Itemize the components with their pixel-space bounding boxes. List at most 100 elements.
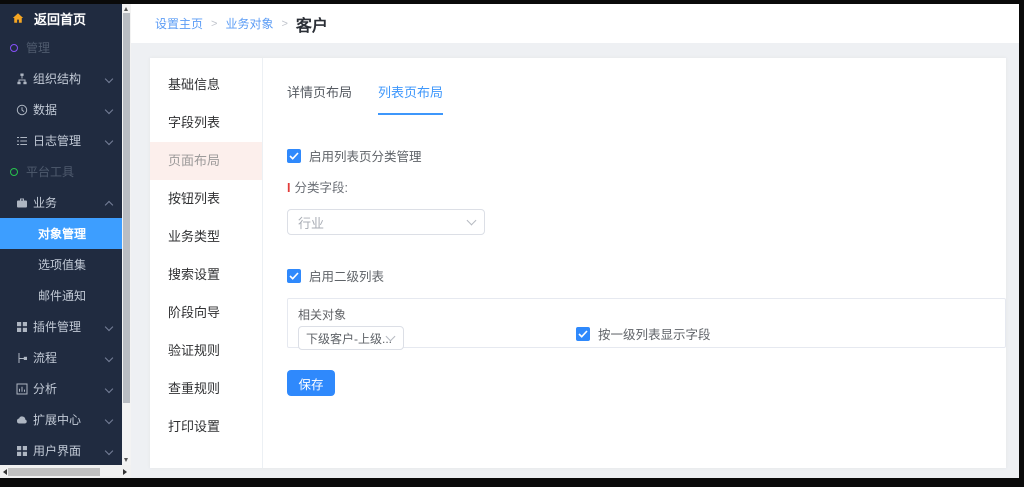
tab-list-page-layout[interactable]: 列表页布局 <box>378 82 443 115</box>
menu-item-field-list[interactable]: 字段列表 <box>150 104 262 142</box>
enable-category-checkbox[interactable] <box>287 149 301 163</box>
menu-item-search-settings[interactable]: 搜索设置 <box>150 256 262 294</box>
sidebar-item-label: 用户界面 <box>33 442 81 459</box>
scroll-down-arrow-icon[interactable] <box>124 458 128 462</box>
window-frame-bottom <box>0 478 1024 487</box>
sidebar-vertical-scrollbar[interactable] <box>122 4 131 465</box>
app-window: 返回首页 管理 组织结构 数据 日志管理 平台工具 业务 <box>0 0 1024 487</box>
sidebar-item-business[interactable]: 业务 <box>0 187 122 218</box>
sidebar-item-manage[interactable]: 管理 <box>0 32 122 63</box>
sidebar-item-label: 业务 <box>33 194 57 211</box>
sidebar-item-user-interface[interactable]: 用户界面 <box>0 435 122 466</box>
chevron-down-icon <box>105 416 113 424</box>
check-icon <box>289 272 299 280</box>
log-list-icon <box>16 135 28 147</box>
menu-item-button-list[interactable]: 按钮列表 <box>150 180 262 218</box>
menu-item-stage-wizard[interactable]: 阶段向导 <box>150 294 262 332</box>
chart-icon <box>16 383 28 395</box>
page-title: 客户 <box>296 12 328 36</box>
enable-category-row: 启用列表页分类管理 <box>287 146 1006 165</box>
sidebar-item-option-values[interactable]: 选项值集 <box>0 249 122 280</box>
sidebar-item-label: 日志管理 <box>33 132 81 149</box>
menu-item-page-layout[interactable]: 页面布局 <box>150 142 262 180</box>
category-field-label: 分类字段: <box>294 181 347 195</box>
sidebar-item-label: 对象管理 <box>38 225 86 242</box>
sidebar-item-analysis[interactable]: 分析 <box>0 373 122 404</box>
show-fields-checkbox[interactable] <box>576 327 590 341</box>
related-object-label: 相关对象 <box>298 306 995 323</box>
sidebar-item-label: 组织结构 <box>33 70 81 87</box>
show-fields-label: 按一级列表显示字段 <box>598 324 711 343</box>
chevron-down-icon <box>105 106 113 114</box>
enable-secondary-row: 启用二级列表 <box>287 266 1006 285</box>
scroll-up-arrow-icon[interactable] <box>124 7 128 11</box>
settings-menu: 基础信息 字段列表 页面布局 按钮列表 业务类型 搜索设置 阶段向导 验证规则 … <box>150 58 263 468</box>
scroll-right-arrow-icon[interactable] <box>123 469 127 475</box>
sidebar-item-data[interactable]: 数据 <box>0 94 122 125</box>
chevron-down-icon <box>105 447 113 455</box>
sidebar: 返回首页 管理 组织结构 数据 日志管理 平台工具 业务 <box>0 4 122 465</box>
main-area: 设置主页 > 业务对象 > 客户 基础信息 字段列表 页面布局 按钮列表 业务类… <box>131 4 1019 478</box>
flow-icon <box>16 352 28 364</box>
sidebar-item-mail-notify[interactable]: 邮件通知 <box>0 280 122 311</box>
breadcrumb-link-settings-home[interactable]: 设置主页 <box>155 15 203 32</box>
ring-icon <box>10 44 18 52</box>
chevron-down-icon <box>105 323 113 331</box>
related-object-select[interactable]: 下级客户-上级... <box>298 326 404 350</box>
tab-content: 详情页布局 列表页布局 启用列表页分类管理 I 分类字段: 行业 <box>287 58 1006 468</box>
show-fields-row: 按一级列表显示字段 <box>576 324 711 343</box>
sidebar-item-label: 插件管理 <box>33 318 81 335</box>
sidebar-item-plugin-manage[interactable]: 插件管理 <box>0 311 122 342</box>
chevron-up-icon <box>105 201 113 209</box>
chevron-down-icon <box>105 385 113 393</box>
menu-item-business-type[interactable]: 业务类型 <box>150 218 262 256</box>
sidebar-item-label: 数据 <box>33 101 57 118</box>
sidebar-item-label: 流程 <box>33 349 57 366</box>
sidebar-item-extension-center[interactable]: 扩展中心 <box>0 404 122 435</box>
enable-category-label: 启用列表页分类管理 <box>309 146 422 165</box>
menu-item-basic-info[interactable]: 基础信息 <box>150 66 262 104</box>
scroll-left-arrow-icon[interactable] <box>3 469 7 475</box>
scrollbar-thumb[interactable] <box>8 468 100 476</box>
clock-icon <box>16 104 28 116</box>
menu-item-print-settings[interactable]: 打印设置 <box>150 408 262 446</box>
sidebar-item-label: 选项值集 <box>38 256 86 273</box>
sidebar-horizontal-scrollbar[interactable] <box>0 465 131 478</box>
sidebar-item-flow[interactable]: 流程 <box>0 342 122 373</box>
chevron-down-icon <box>467 216 477 226</box>
category-field-select[interactable]: 行业 <box>287 209 485 235</box>
sidebar-item-org-structure[interactable]: 组织结构 <box>0 63 122 94</box>
enable-secondary-checkbox[interactable] <box>287 269 301 283</box>
sidebar-item-label: 返回首页 <box>34 9 86 28</box>
ring-icon <box>10 168 18 176</box>
tab-detail-page-layout[interactable]: 详情页布局 <box>287 82 352 115</box>
cloud-icon <box>16 414 28 426</box>
sidebar-item-label: 平台工具 <box>26 163 74 180</box>
sidebar-item-label: 管理 <box>26 39 50 56</box>
org-structure-icon <box>16 73 28 85</box>
sidebar-item-label: 扩展中心 <box>33 411 81 428</box>
sidebar-item-back-home[interactable]: 返回首页 <box>0 4 122 32</box>
menu-item-validation-rules[interactable]: 验证规则 <box>150 332 262 370</box>
check-icon <box>578 330 588 338</box>
ui-grid-icon <box>16 445 28 457</box>
scrollbar-thumb[interactable] <box>123 13 130 403</box>
sidebar-item-platform-tools[interactable]: 平台工具 <box>0 156 122 187</box>
required-mark: I <box>287 181 290 195</box>
save-button[interactable]: 保存 <box>287 370 335 396</box>
breadcrumb-link-business-object[interactable]: 业务对象 <box>225 15 273 32</box>
related-object-box: 相关对象 下级客户-上级... 按一级列表显示字段 <box>287 298 1006 348</box>
sidebar-item-label: 邮件通知 <box>38 287 86 304</box>
category-field-label-row: I 分类字段: <box>287 177 1006 196</box>
sidebar-item-object-manage[interactable]: 对象管理 <box>0 218 122 249</box>
related-object-select-value: 下级客户-上级... <box>306 330 392 347</box>
sidebar-item-log-manage[interactable]: 日志管理 <box>0 125 122 156</box>
breadcrumb: 设置主页 > 业务对象 > 客户 <box>131 4 1019 43</box>
plugin-grid-icon <box>16 321 28 333</box>
home-icon <box>12 12 24 24</box>
briefcase-icon <box>16 197 28 209</box>
breadcrumb-separator: > <box>211 18 217 30</box>
enable-secondary-label: 启用二级列表 <box>309 266 384 285</box>
menu-item-dedup-rules[interactable]: 查重规则 <box>150 370 262 408</box>
settings-card: 基础信息 字段列表 页面布局 按钮列表 业务类型 搜索设置 阶段向导 验证规则 … <box>150 58 1006 468</box>
